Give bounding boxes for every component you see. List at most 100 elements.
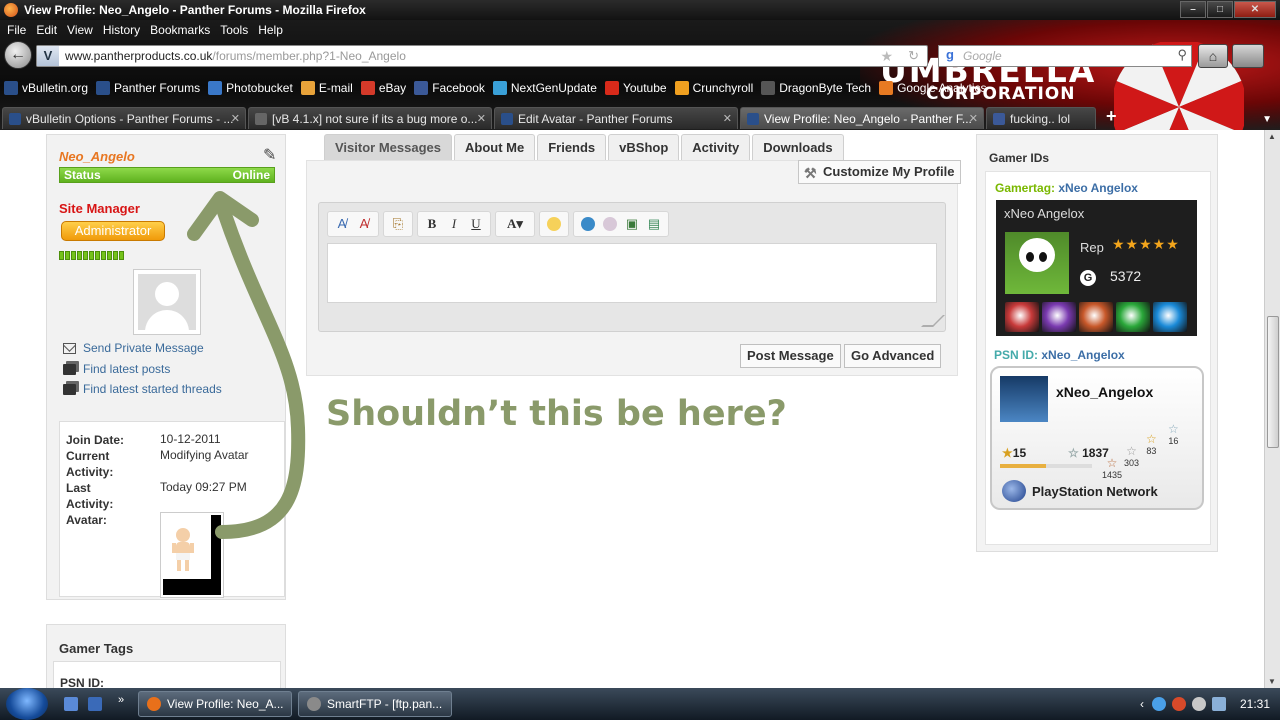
quicklaunch-more-icon[interactable]: » — [118, 694, 124, 706]
go-advanced-button[interactable]: Go Advanced — [844, 344, 942, 368]
underline-icon[interactable]: U — [465, 213, 487, 235]
url-text[interactable]: www.pantherproducts.co.uk/forums/member.… — [65, 49, 406, 63]
smiley-icon[interactable] — [543, 213, 565, 235]
menu-edit[interactable]: Edit — [31, 23, 62, 37]
menu-view[interactable]: View — [62, 23, 98, 37]
browser-tab[interactable]: [vB 4.1.x] not sure if its a bug more o.… — [248, 107, 492, 129]
browser-tab[interactable]: View Profile: Neo_Angelo - Panther F... ✕ — [740, 107, 984, 129]
bronze-count: 1435 — [1102, 470, 1123, 480]
back-button[interactable]: ← — [4, 41, 32, 69]
bookmark-item[interactable]: Facebook — [414, 81, 485, 95]
browser-tab[interactable]: Edit Avatar - Panther Forums ✕ — [494, 107, 738, 129]
tray-expand-icon[interactable]: ‹ — [1140, 697, 1144, 711]
bookmark-item[interactable]: Photobucket — [208, 81, 293, 95]
bookmark-item[interactable]: DragonByte Tech — [761, 81, 871, 95]
bookmark-item[interactable]: Panther Forums — [96, 81, 200, 95]
profile-tab[interactable]: Activity — [681, 134, 751, 160]
game-icon[interactable] — [1079, 302, 1113, 332]
show-desktop-icon[interactable] — [64, 697, 78, 711]
bookmark-item[interactable]: Crunchyroll — [674, 81, 753, 95]
italic-icon[interactable]: I — [443, 213, 465, 235]
remove-format-icon[interactable]: A̸ — [353, 213, 375, 235]
game-icon[interactable] — [1005, 302, 1039, 332]
profile-tab[interactable]: vBShop — [608, 134, 680, 160]
profile-tab[interactable]: Friends — [537, 134, 607, 160]
menu-tools[interactable]: Tools — [215, 23, 253, 37]
site-identity-icon[interactable]: V — [37, 46, 59, 66]
find-posts-link[interactable]: Find latest posts — [63, 362, 170, 376]
display-icon[interactable] — [1211, 697, 1226, 711]
resize-grip-icon[interactable] — [921, 315, 945, 327]
annotation-text: Shouldn’t this be here? — [326, 394, 787, 434]
taskbar-window-button[interactable]: View Profile: Neo_A... — [138, 691, 292, 717]
current-activity-label-2: Activity: — [66, 465, 114, 479]
tab-close-icon[interactable]: ✕ — [723, 112, 732, 125]
bookmark-item[interactable]: Youtube — [604, 81, 667, 95]
link-icon[interactable] — [577, 213, 599, 235]
edit-pencil-icon[interactable]: ✎ — [263, 145, 276, 165]
profile-tab[interactable]: About Me — [453, 134, 536, 160]
tab-close-icon[interactable]: ✕ — [231, 112, 240, 125]
bookmark-item[interactable]: eBay — [360, 81, 406, 95]
bookmark-item[interactable]: Google Analytics — [879, 81, 986, 95]
scroll-down-icon[interactable]: ▼ — [1268, 677, 1276, 686]
menu-file[interactable]: File — [2, 23, 31, 37]
search-icon[interactable]: ⚲ — [1177, 47, 1187, 63]
page-scrollbar[interactable]: ▲ ▼ — [1264, 130, 1280, 688]
message-textarea[interactable] — [327, 243, 937, 303]
bookmark-label: E-mail — [318, 81, 353, 95]
home-button[interactable]: ⌂ — [1198, 44, 1228, 68]
bookmark-star-icon[interactable]: ★ — [880, 48, 893, 65]
post-message-button[interactable]: Post Message — [740, 344, 841, 368]
menu-bookmarks[interactable]: Bookmarks — [145, 23, 215, 37]
scrollbar-thumb[interactable] — [1267, 316, 1279, 448]
security-icon[interactable] — [1171, 697, 1186, 711]
windows-taskbar: » View Profile: Neo_A... SmartFTP - [ftp.… — [0, 688, 1280, 720]
scroll-up-icon[interactable]: ▲ — [1268, 132, 1276, 141]
game-icon[interactable] — [1116, 302, 1150, 332]
browser-tab[interactable]: fucking.. lol — [986, 107, 1096, 129]
profile-tab[interactable]: Downloads — [752, 134, 844, 160]
gamertag-name[interactable]: xNeo Angelox — [1058, 181, 1138, 195]
bookmark-item[interactable]: E-mail — [300, 81, 353, 95]
unlink-icon[interactable] — [599, 213, 621, 235]
google-icon[interactable]: g — [941, 47, 959, 65]
clock[interactable]: 21:31 — [1240, 697, 1270, 711]
psn-level: ★15 — [1002, 446, 1026, 460]
psn-id-name[interactable]: xNeo_Angelox — [1041, 348, 1124, 362]
new-tab-button[interactable]: + — [1106, 106, 1117, 127]
menu-history[interactable]: History — [98, 23, 145, 37]
url-bar[interactable]: V www.pantherproducts.co.uk/forums/membe… — [36, 45, 928, 67]
switch-windows-icon[interactable] — [88, 697, 102, 711]
bookmark-item[interactable]: NextGenUpdate — [492, 81, 597, 95]
start-button[interactable] — [6, 688, 48, 720]
profile-tab[interactable]: Visitor Messages — [324, 134, 452, 160]
bold-icon[interactable]: B — [421, 213, 443, 235]
maximize-button[interactable]: □ — [1207, 1, 1233, 18]
addon-button[interactable] — [1232, 44, 1264, 68]
bookmark-item[interactable]: vBulletin.org — [4, 81, 88, 95]
close-button[interactable]: ✕ — [1234, 1, 1276, 18]
image-icon[interactable]: ▣ — [621, 213, 643, 235]
volume-icon[interactable] — [1191, 697, 1206, 711]
menu-help[interactable]: Help — [253, 23, 288, 37]
search-bar[interactable]: g Google ⚲ — [938, 45, 1192, 67]
network-icon[interactable] — [1151, 697, 1166, 711]
xbox-gamercard[interactable]: xNeo Angelox Rep ★★★★★ G 5372 — [996, 200, 1197, 336]
psn-card[interactable]: xNeo_Angelox ★15 ☆ 1837 ☆ 16 ☆ 83 ☆ 303 ☆ 14… — [990, 366, 1204, 510]
customize-profile-button[interactable]: ⚒ Customize My Profile — [798, 160, 962, 184]
tab-close-icon[interactable]: ✕ — [477, 112, 486, 125]
reputation-pip — [77, 251, 82, 260]
browser-tab[interactable]: vBulletin Options - Panther Forums - ...… — [2, 107, 246, 129]
taskbar-window-button[interactable]: SmartFTP - [ftp.pan... — [298, 691, 452, 717]
font-size-icon[interactable]: A̸ — [331, 213, 353, 235]
tab-list-icon[interactable]: ▼ — [1262, 114, 1272, 125]
tab-close-icon[interactable]: ✕ — [969, 112, 978, 125]
paste-icon[interactable]: ⎘ — [387, 213, 409, 235]
video-icon[interactable]: ▤ — [643, 213, 665, 235]
font-color-icon[interactable]: A▾ — [499, 213, 531, 235]
minimize-button[interactable]: – — [1180, 1, 1206, 18]
reload-icon[interactable]: ↻ — [908, 48, 919, 64]
game-icon[interactable] — [1153, 302, 1187, 332]
game-icon[interactable] — [1042, 302, 1076, 332]
